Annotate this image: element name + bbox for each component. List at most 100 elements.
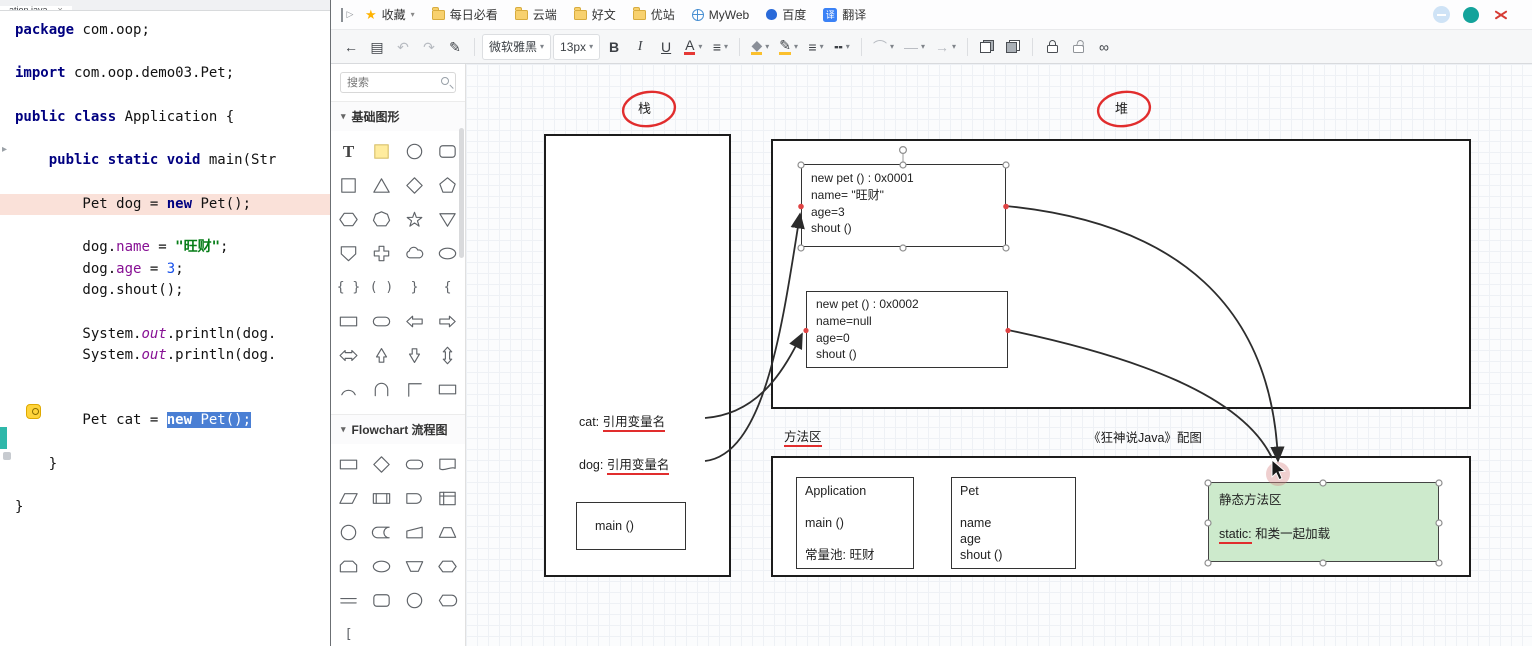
shape-block-arrow-right[interactable] xyxy=(431,305,464,338)
shape-corner-l[interactable] xyxy=(398,373,431,406)
shape-predefined-process[interactable] xyxy=(365,482,398,515)
shape-arc[interactable] xyxy=(332,373,365,406)
shape-square[interactable] xyxy=(332,169,365,202)
code-line[interactable] xyxy=(0,475,330,497)
bookmark-favorites[interactable]: 收藏 ▾ xyxy=(365,6,415,23)
shape-block-arrow-left[interactable] xyxy=(398,305,431,338)
application-class-box[interactable]: Application main () 常量池: 旺财 xyxy=(796,477,914,569)
pet-class-box[interactable]: Pet name age shout () xyxy=(951,477,1076,569)
shape-trapezoid-down[interactable] xyxy=(398,550,431,583)
shape-delay[interactable] xyxy=(398,482,431,515)
record-circle-icon[interactable] xyxy=(1463,6,1479,23)
pet-object-1-box[interactable]: new pet () : 0x0001 name= "旺财" age=3 shout … xyxy=(801,164,1006,247)
shape-manual-input[interactable] xyxy=(398,516,431,549)
shape-bracket-left[interactable]: [ xyxy=(332,618,365,646)
line-color-button[interactable]: ✎ ▾ xyxy=(775,34,802,60)
shape-sticky-note[interactable] xyxy=(365,135,398,168)
shape-ellipse[interactable] xyxy=(365,550,398,583)
code-line[interactable]: System.out.println(dog. xyxy=(0,345,330,367)
shape-display[interactable] xyxy=(431,584,464,617)
shape-loop-limit[interactable] xyxy=(332,550,365,583)
line-start-button[interactable]: — ▾ xyxy=(900,34,929,60)
shape-rect[interactable] xyxy=(332,448,365,481)
shape-pill[interactable] xyxy=(398,448,431,481)
shape-block-arrow-up[interactable] xyxy=(365,339,398,372)
link-button[interactable]: ∞ xyxy=(1092,34,1116,60)
italic-button[interactable]: I xyxy=(628,34,652,60)
code-line[interactable] xyxy=(0,389,330,411)
diagram-canvas[interactable]: 栈 堆 new pet () : 0x0001 name= "旺财" age=3 sh… xyxy=(466,64,1532,646)
shape-rect[interactable] xyxy=(332,305,365,338)
redo-button[interactable]: ↷ xyxy=(417,34,441,60)
shape-internal-storage[interactable] xyxy=(431,482,464,515)
bookmark-good-articles[interactable]: 好文 xyxy=(573,6,616,23)
code-line[interactable]: public static void main(Str xyxy=(0,150,330,172)
font-color-button[interactable]: A ▾ xyxy=(680,34,706,60)
cat-reference-label[interactable]: cat: 引用变量名 xyxy=(579,411,666,432)
shape-search-input[interactable] xyxy=(340,72,456,93)
shape-star[interactable] xyxy=(398,203,431,236)
sidebar-toggle-icon[interactable]: ▷ xyxy=(341,7,357,22)
line-width-button[interactable]: ≡ ▾ xyxy=(804,34,828,60)
main-method-box[interactable]: main () xyxy=(576,502,686,550)
font-size-select[interactable]: 13px ▾ xyxy=(553,33,601,60)
shape-block-arrow-lr[interactable] xyxy=(332,339,365,372)
pet-object-2-box[interactable]: new pet () : 0x0002 name=null age=0 shout (… xyxy=(806,291,1008,368)
shape-circle[interactable] xyxy=(398,135,431,168)
bookmark-cloud[interactable]: 云端 xyxy=(514,6,557,23)
code-line[interactable]: package com.oop; xyxy=(0,20,330,42)
shape-triangle[interactable] xyxy=(365,169,398,202)
shape-rounded-rect[interactable] xyxy=(431,135,464,168)
code-line[interactable]: dog.name = "旺财"; xyxy=(0,237,330,259)
shape-rounded-rect[interactable] xyxy=(365,584,398,617)
shape-rect[interactable] xyxy=(431,373,464,406)
code-line[interactable] xyxy=(0,432,330,454)
shape-preparation[interactable] xyxy=(431,550,464,583)
bring-forward-button[interactable] xyxy=(975,34,999,60)
code-line[interactable]: import com.oop.demo03.Pet; xyxy=(0,63,330,85)
shape-circle[interactable] xyxy=(332,516,365,549)
shape-brace-pair[interactable]: { } xyxy=(332,271,365,304)
shape-parallelogram[interactable] xyxy=(332,482,365,515)
intention-bulb-icon[interactable] xyxy=(26,404,41,419)
bookmark-baidu[interactable]: 百度 xyxy=(766,6,806,23)
code-line[interactable]: } xyxy=(0,454,330,476)
section-header-1[interactable]: ▾ Flowchart 流程图 xyxy=(331,414,465,444)
code-line[interactable] xyxy=(0,172,330,194)
code-line[interactable]: Pet dog = new Pet(); xyxy=(0,193,330,216)
code-line[interactable]: dog.age = 3; xyxy=(0,259,330,281)
shape-cloud[interactable] xyxy=(398,237,431,270)
shape-brace-left[interactable]: { xyxy=(431,271,464,304)
bookmark-myweb[interactable]: MyWeb xyxy=(691,8,749,22)
style-brush-button[interactable]: ✎ xyxy=(443,34,467,60)
bookmark-good-sites[interactable]: 优站 xyxy=(632,6,675,23)
static-method-area-box[interactable]: 静态方法区 static: 和类一起加载 xyxy=(1208,482,1439,562)
shape-diamond[interactable] xyxy=(398,169,431,202)
fill-color-button[interactable]: ◆ ▾ xyxy=(747,34,773,60)
shape-stored-data[interactable] xyxy=(365,516,398,549)
shape-hexagon[interactable] xyxy=(332,203,365,236)
code-line[interactable]: } xyxy=(0,497,330,519)
code-content[interactable]: package com.oop; import com.oop.demo03.P… xyxy=(0,11,330,519)
shape-arch[interactable] xyxy=(365,373,398,406)
line-style-button[interactable]: ╍ ▾ xyxy=(830,34,854,60)
shape-ellipse[interactable] xyxy=(431,237,464,270)
shape-cross[interactable] xyxy=(365,237,398,270)
heap-label[interactable]: 堆 xyxy=(1115,98,1128,117)
shape-brace-right[interactable]: } xyxy=(398,271,431,304)
minimize-circle-icon[interactable] xyxy=(1433,6,1450,23)
code-line[interactable]: dog.shout(); xyxy=(0,280,330,302)
code-line[interactable] xyxy=(0,215,330,237)
shape-text[interactable]: T xyxy=(332,135,365,168)
shape-trapezoid[interactable] xyxy=(431,516,464,549)
lock-button[interactable] xyxy=(1040,34,1064,60)
code-line[interactable] xyxy=(0,85,330,107)
code-line[interactable]: System.out.println(dog. xyxy=(0,324,330,346)
method-area-label[interactable]: 方法区 xyxy=(784,426,822,447)
code-line[interactable]: public class Application { xyxy=(0,107,330,129)
shape-heptagon[interactable] xyxy=(365,203,398,236)
shape-pentagon[interactable] xyxy=(431,169,464,202)
code-line[interactable] xyxy=(0,367,330,389)
format-painter-button[interactable]: ▤ xyxy=(365,34,389,60)
code-line[interactable] xyxy=(0,42,330,64)
